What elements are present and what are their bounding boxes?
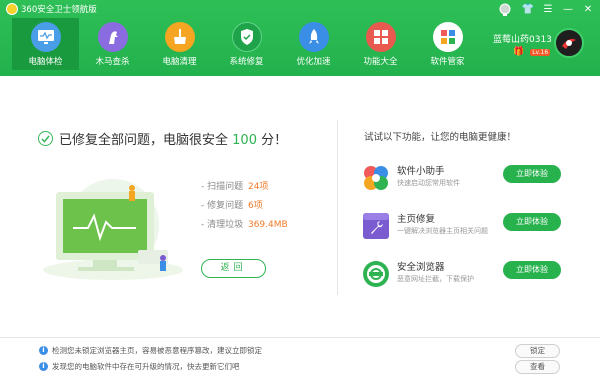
rocket-icon bbox=[298, 22, 329, 52]
nav-item-software-manager[interactable]: 软件管家 bbox=[414, 18, 481, 68]
result-text: 已修复全部问题，电脑很安全 100 分！ bbox=[59, 129, 287, 148]
nav-item-system-repair[interactable]: 系统修复 bbox=[213, 18, 280, 68]
minimize-icon[interactable]: — bbox=[560, 2, 576, 18]
stat-label: - 扫描问题 bbox=[201, 182, 244, 192]
feature-secure-browser: 安全浏览器 恶意网址拦截，下载保护 立即体验 bbox=[362, 258, 582, 298]
illustration-computer bbox=[43, 179, 183, 280]
check-icon bbox=[38, 131, 53, 146]
stat-value: 6项 bbox=[247, 201, 263, 211]
gift-icon[interactable]: 🎁 bbox=[513, 47, 524, 57]
try-now-button[interactable]: 立即体验 bbox=[503, 165, 561, 183]
monitor-check-icon bbox=[30, 22, 61, 52]
nav-label: 优化加速 bbox=[296, 57, 331, 67]
stat-label: - 清理垃圾 bbox=[201, 220, 244, 230]
recommend-title: 试试以下功能，让您的电脑更健康！ bbox=[364, 132, 517, 143]
info-icon: i bbox=[39, 362, 48, 371]
feature-name: 软件小助手 bbox=[397, 166, 445, 177]
stat-scanned: - 扫描问题 24项 bbox=[201, 178, 288, 197]
nav-label: 系统修复 bbox=[229, 57, 264, 67]
nav-item-all-features[interactable]: 功能大全 bbox=[347, 18, 414, 68]
nav-item-trojan-scan[interactable]: 木马查杀 bbox=[79, 18, 146, 68]
result-suffix: 分！ bbox=[261, 133, 288, 148]
shield-icon bbox=[231, 22, 262, 52]
nav-label: 电脑清理 bbox=[162, 57, 197, 67]
notice-browser-lock: i 检测您未锁定浏览器主页，容易被恶意程序篡改，建议立即锁定 bbox=[39, 345, 262, 356]
app-logo-icon bbox=[6, 3, 18, 15]
nav-label: 木马查杀 bbox=[95, 57, 130, 67]
menu-icon[interactable]: ☰ bbox=[540, 2, 556, 18]
stat-value: 24项 bbox=[247, 182, 269, 192]
info-icon: i bbox=[39, 346, 48, 355]
nav-item-checkup[interactable]: 电脑体检 bbox=[12, 18, 79, 70]
nav-label: 软件管家 bbox=[430, 57, 465, 67]
level-badge: Lv.16 bbox=[530, 48, 551, 56]
notice-software-update: i 发现您的电脑软件中存在可升级的情况，快去更新它们吧 bbox=[39, 361, 240, 372]
feature-name: 主页修复 bbox=[397, 214, 436, 225]
nav-item-optimize[interactable]: 优化加速 bbox=[280, 18, 347, 68]
broom-icon bbox=[164, 22, 195, 52]
nav-item-cleanup[interactable]: 电脑清理 bbox=[146, 18, 213, 68]
stat-cleaned: - 清理垃圾 369.4MB bbox=[201, 216, 288, 235]
wrench-icon bbox=[363, 213, 389, 239]
main-nav: 电脑体检 木马查杀 电脑清理 系统修复 优化加速 功能大全 软件管家 bbox=[12, 18, 481, 70]
result-score: 100 bbox=[232, 133, 257, 148]
stat-value: 369.4MB bbox=[247, 220, 288, 230]
browser-icon bbox=[363, 261, 389, 287]
user-name[interactable]: 蓝莓山药0313 bbox=[493, 32, 552, 45]
skin-icon[interactable]: 👕 bbox=[520, 2, 536, 18]
stat-fixed: - 修复问题 6项 bbox=[201, 197, 288, 216]
close-icon[interactable]: ✕ bbox=[580, 2, 596, 18]
software-manager-icon bbox=[432, 22, 463, 52]
nav-label: 功能大全 bbox=[363, 57, 398, 67]
nav-label: 电脑体检 bbox=[28, 57, 63, 67]
feature-name: 安全浏览器 bbox=[397, 262, 445, 273]
feature-desc: 一键解决浏览器主页相关问题 bbox=[397, 227, 488, 235]
view-button[interactable]: 查看 bbox=[515, 360, 560, 374]
back-button[interactable]: 返回 bbox=[201, 259, 266, 278]
feature-software-helper: 软件小助手 快速启动您常用软件 立即体验 bbox=[362, 162, 582, 202]
user-badges: 🎁 Lv.16 bbox=[513, 47, 551, 57]
notice-text: 检测您未锁定浏览器主页，容易被恶意程序篡改，建议立即锁定 bbox=[52, 346, 262, 355]
notice-text: 发现您的电脑软件中存在可升级的情况，快去更新它们吧 bbox=[52, 362, 240, 371]
app-title: 360安全卫士领航版 bbox=[6, 3, 97, 15]
top-bar: 360安全卫士领航版 👕 ☰ — ✕ 电脑体检 木马查杀 电脑清理 系统修复 优… bbox=[0, 0, 600, 76]
result-prefix: 已修复全部问题，电脑很安全 bbox=[59, 133, 229, 148]
stat-label: - 修复问题 bbox=[201, 201, 244, 211]
feature-homepage-repair: 主页修复 一键解决浏览器主页相关问题 立即体验 bbox=[362, 210, 582, 250]
software-helper-icon bbox=[364, 166, 388, 190]
vertical-divider bbox=[337, 120, 338, 295]
feature-desc: 恶意网址拦截，下载保护 bbox=[397, 275, 474, 283]
horse-icon bbox=[97, 22, 128, 52]
grid-icon bbox=[365, 22, 396, 52]
result-headline: 已修复全部问题，电脑很安全 100 分！ bbox=[38, 129, 287, 148]
app-title-text: 360安全卫士领航版 bbox=[21, 5, 97, 15]
lock-button[interactable]: 锁定 bbox=[515, 344, 560, 358]
avatar[interactable] bbox=[554, 28, 584, 58]
window-controls: 👕 ☰ — ✕ bbox=[520, 2, 596, 18]
try-now-button[interactable]: 立即体验 bbox=[503, 261, 561, 279]
notice-bar: i 检测您未锁定浏览器主页，容易被恶意程序篡改，建议立即锁定 锁定 i 发现您的… bbox=[0, 337, 600, 378]
lightbulb-icon[interactable] bbox=[497, 0, 513, 18]
stats-list: - 扫描问题 24项 - 修复问题 6项 - 清理垃圾 369.4MB bbox=[201, 178, 288, 235]
feature-desc: 快速启动您常用软件 bbox=[397, 179, 460, 187]
try-now-button[interactable]: 立即体验 bbox=[503, 213, 561, 231]
title-bar: 360安全卫士领航版 👕 ☰ — ✕ bbox=[0, 0, 600, 20]
